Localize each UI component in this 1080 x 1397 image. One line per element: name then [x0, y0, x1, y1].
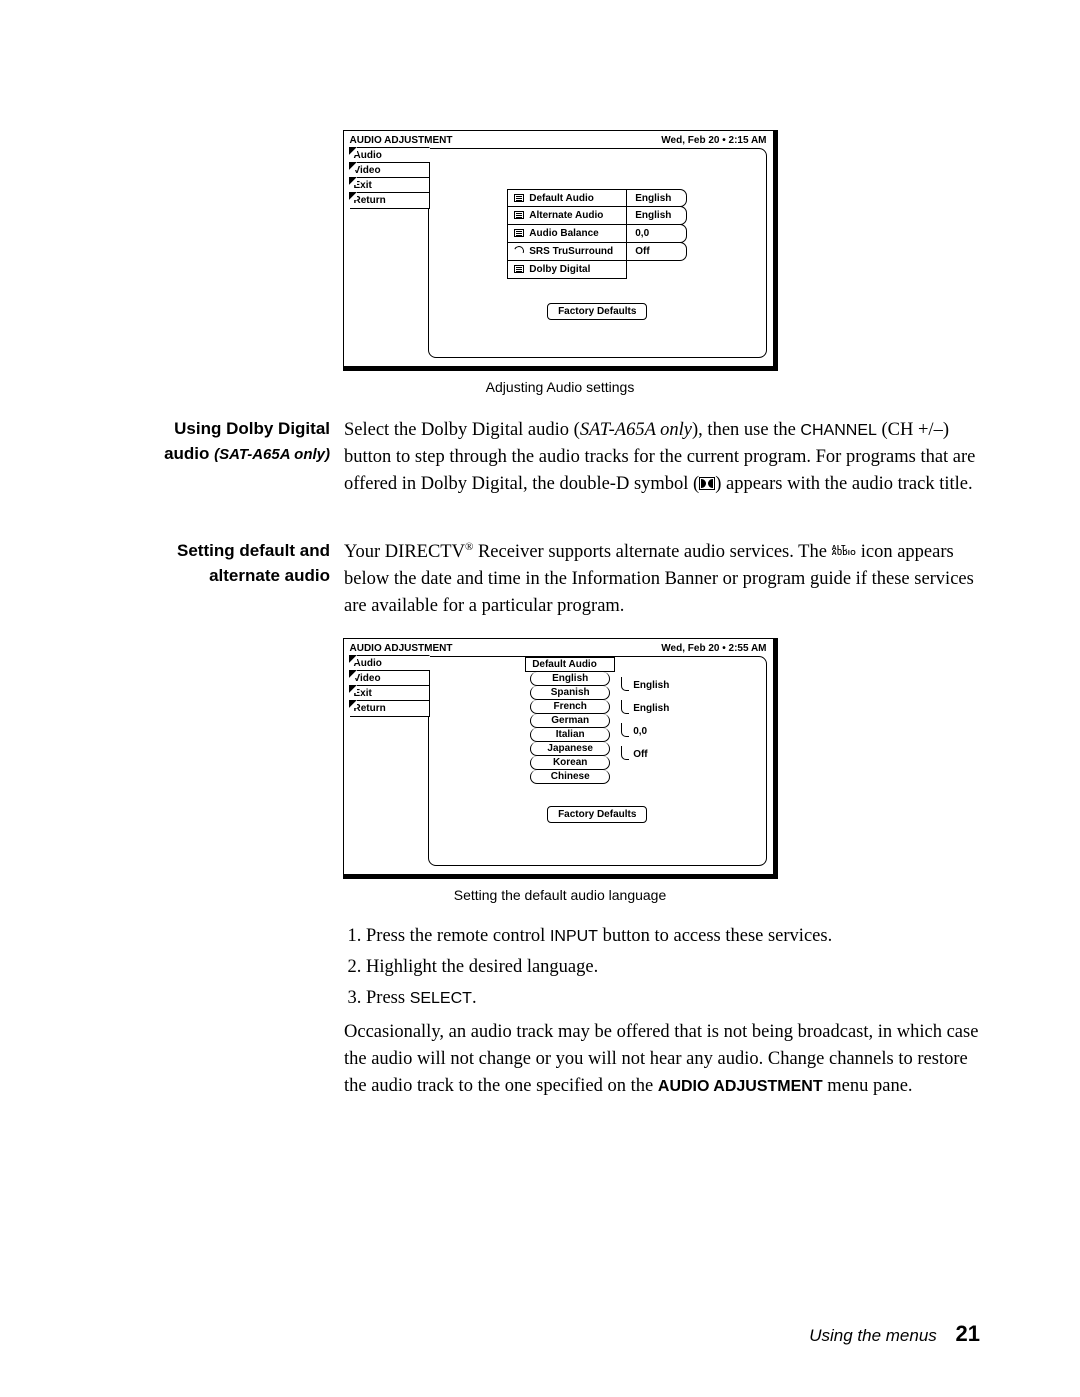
- summary-values: English English 0,0 Off: [621, 677, 669, 784]
- osd-title: AUDIO ADJUSTMENT: [350, 135, 453, 146]
- tab-exit[interactable]: Exit: [350, 685, 430, 701]
- lang-item[interactable]: French: [530, 700, 610, 714]
- opt-alternate-audio[interactable]: Alternate Audio English: [507, 207, 687, 225]
- opt-dolby-digital[interactable]: Dolby Digital: [507, 261, 687, 279]
- tab-video[interactable]: Video: [350, 670, 430, 686]
- dropdown-head: Default Audio: [525, 657, 615, 672]
- opt-audio-balance[interactable]: Audio Balance 0,0: [507, 225, 687, 243]
- opt-default-audio[interactable]: Default Audio English: [507, 189, 687, 207]
- list-icon: [514, 194, 524, 202]
- language-dropdown: Default Audio English Spanish French Ger…: [525, 657, 615, 784]
- list-icon: [514, 229, 524, 237]
- section-body-dolby: Select the Dolby Digital audio (SAT-A65A…: [344, 417, 980, 497]
- osd-timestamp: Wed, Feb 20 • 2:15 AM: [661, 135, 766, 146]
- opt-srs-trusurround[interactable]: SRS TruSurround Off: [507, 243, 687, 261]
- step-3: Press SELECT.: [366, 985, 980, 1012]
- closing-paragraph: Occasionally, an audio track may be offe…: [344, 1019, 980, 1099]
- osd-title: AUDIO ADJUSTMENT: [350, 643, 453, 654]
- tab-return[interactable]: Return: [350, 192, 430, 209]
- factory-defaults-button[interactable]: Factory Defaults: [547, 806, 647, 823]
- factory-defaults-button[interactable]: Factory Defaults: [547, 303, 647, 320]
- lang-item[interactable]: Italian: [530, 728, 610, 742]
- step-2: Highlight the desired language.: [366, 954, 980, 981]
- figure-1-caption: Adjusting Audio settings: [140, 379, 980, 395]
- tab-return[interactable]: Return: [350, 700, 430, 717]
- dolby-d-icon: [699, 477, 715, 490]
- lang-item[interactable]: Korean: [530, 756, 610, 770]
- alt-audio-icon: ALT.AUDIO: [832, 546, 857, 558]
- step-1: Press the remote control INPUT button to…: [366, 923, 980, 950]
- section-body-default-alt: Your DIRECTV® Receiver supports alternat…: [344, 539, 980, 619]
- tab-audio[interactable]: Audio: [350, 147, 430, 163]
- lang-item[interactable]: Spanish: [530, 686, 610, 700]
- lang-item[interactable]: English: [530, 672, 610, 686]
- tab-exit[interactable]: Exit: [350, 177, 430, 193]
- section-heading-dolby: Using Dolby Digital audio (SAT-A65A only…: [140, 417, 330, 497]
- page-footer: Using the menus 21: [809, 1321, 980, 1347]
- settings-pane: Default Audio English Spanish French Ger…: [428, 656, 767, 866]
- osd-figure-1: AUDIO ADJUSTMENT Wed, Feb 20 • 2:15 AM A…: [343, 130, 778, 371]
- figure-2-caption: Setting the default audio language: [140, 887, 980, 903]
- osd-figure-2: AUDIO ADJUSTMENT Wed, Feb 20 • 2:55 AM A…: [343, 638, 778, 879]
- tab-video[interactable]: Video: [350, 162, 430, 178]
- osd-timestamp: Wed, Feb 20 • 2:55 AM: [661, 643, 766, 654]
- list-icon: [514, 211, 524, 219]
- lang-item[interactable]: German: [530, 714, 610, 728]
- section-heading-default-alt: Setting default and alternate audio: [140, 539, 330, 619]
- lang-item[interactable]: Japanese: [530, 742, 610, 756]
- lang-item[interactable]: Chinese: [530, 770, 610, 784]
- list-icon: [514, 265, 524, 273]
- steps-list: Press the remote control INPUT button to…: [344, 923, 980, 1011]
- settings-pane: Default Audio English Alternate Audio En…: [428, 148, 767, 358]
- tab-audio[interactable]: Audio: [350, 655, 430, 671]
- cycle-icon: [513, 245, 526, 258]
